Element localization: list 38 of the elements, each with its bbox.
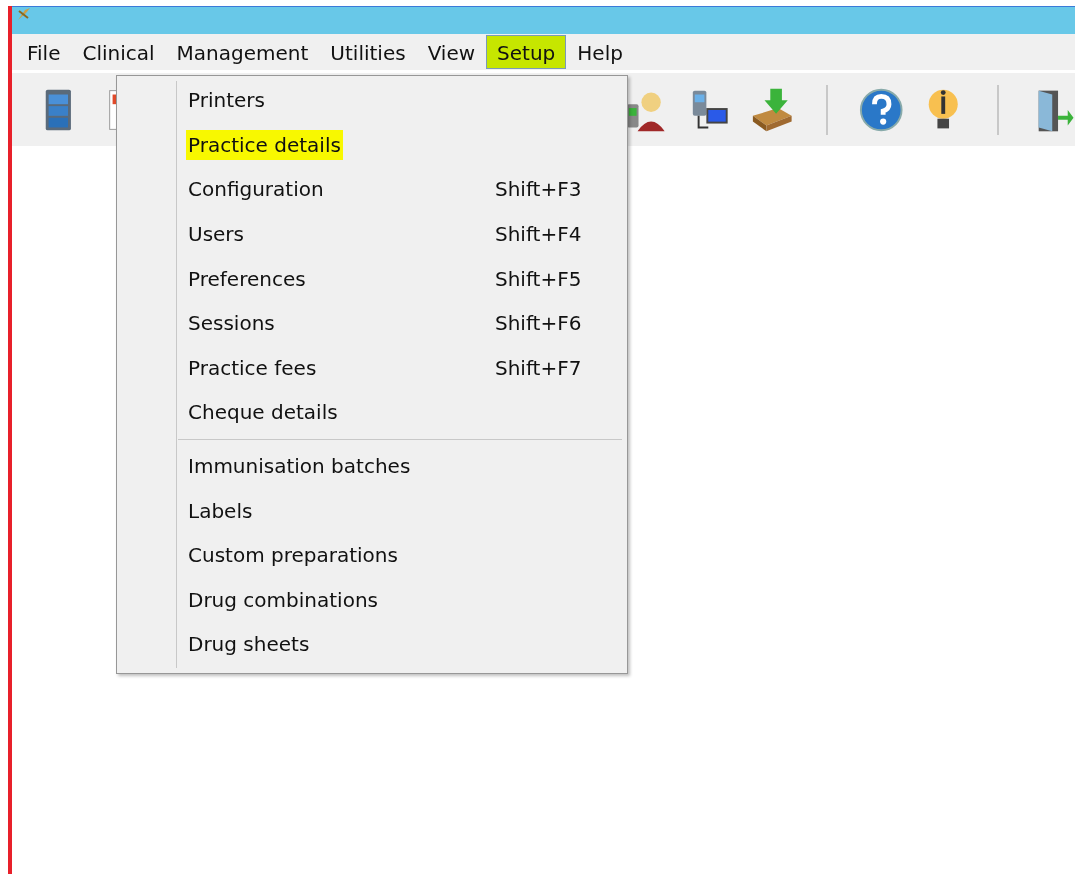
option-label: Immunisation batches	[187, 453, 412, 481]
menu-option[interactable]: Users Shift+F4	[117, 211, 627, 257]
menu-option[interactable]: Custom preparations	[117, 532, 627, 578]
shortcut-text: Shift+F5	[495, 265, 583, 293]
menu-option[interactable]: Practice fees Shift+F7	[117, 345, 627, 391]
menu-item[interactable]: View	[416, 35, 487, 69]
option-label: Drug combinations	[187, 586, 379, 614]
menu-item[interactable]: File	[16, 35, 72, 69]
menu-option[interactable]: Immunisation batches	[117, 443, 627, 489]
menu-item[interactable]: Setup	[486, 35, 567, 69]
menu-option[interactable]: Cheque details	[117, 390, 627, 435]
option-label: Users	[187, 221, 245, 249]
menu-option[interactable]: Labels	[117, 488, 627, 533]
menu-item[interactable]: Utilities	[319, 35, 417, 69]
menu-option[interactable]: Drug sheets	[117, 622, 627, 667]
option-label: Sessions	[187, 310, 276, 338]
option-label: Drug sheets	[187, 631, 311, 659]
option-label: Custom preparations	[187, 542, 399, 570]
option-label: Configuration	[187, 176, 325, 204]
app-icon	[16, 7, 32, 21]
option-label: Labels	[187, 497, 254, 525]
option-label: Printers	[187, 87, 266, 115]
menu-option[interactable]: Configuration Shift+F3	[117, 167, 627, 212]
option-label: Practice fees	[187, 354, 318, 382]
option-label: Cheque details	[187, 399, 339, 427]
menu-option[interactable]: Drug combinations	[117, 577, 627, 623]
menu-option[interactable]: Practice details	[117, 122, 627, 168]
shortcut-text: Shift+F6	[495, 310, 583, 338]
option-label: Preferences	[187, 265, 307, 293]
menu-item[interactable]: Management	[165, 35, 320, 69]
menu-option[interactable]: Preferences Shift+F5	[117, 256, 627, 301]
option-label: Practice details	[186, 129, 343, 160]
menu-item[interactable]: Help	[566, 35, 634, 69]
menu-option[interactable]: Sessions Shift+F6	[117, 300, 627, 346]
menu-item[interactable]: Clinical	[71, 35, 166, 69]
shortcut-text: Shift+F3	[495, 176, 583, 204]
shortcut-text: Shift+F7	[495, 354, 583, 382]
shortcut-text: Shift+F4	[495, 221, 583, 249]
